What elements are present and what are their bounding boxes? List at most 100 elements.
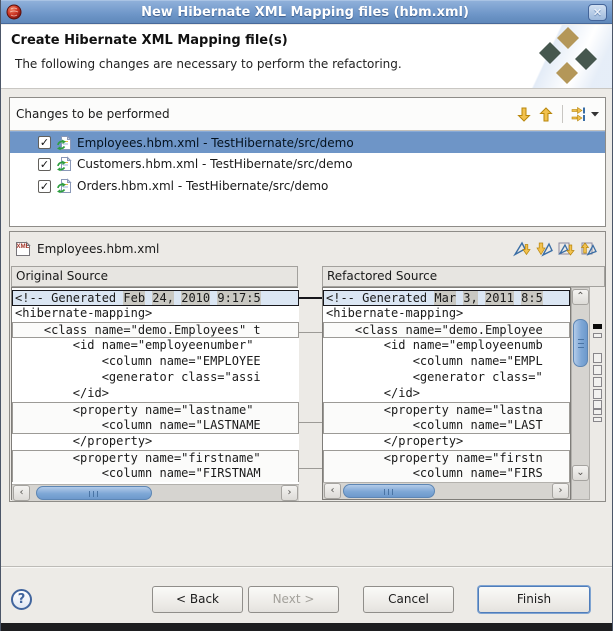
finish-button[interactable]: Finish	[478, 586, 590, 613]
code-line: </id>	[12, 386, 299, 402]
scroll-right-icon[interactable]: ›	[281, 485, 298, 501]
refactored-source-panel[interactable]: <!-- Generated Mar 3, 2011 8:5<hibernate…	[322, 287, 605, 500]
code-line: <column name="LASTNAME	[12, 418, 299, 434]
scroll-left-icon[interactable]: ‹	[324, 483, 341, 499]
refactored-hscrollbar[interactable]: ‹ ›	[323, 482, 570, 499]
vscroll-thumb[interactable]	[573, 319, 588, 367]
title-bar[interactable]: New Hibernate XML Mapping files (hbm.xml…	[1, 0, 612, 24]
original-hscrollbar[interactable]: ‹ ›	[12, 484, 299, 501]
hibernate-logo-icon	[530, 27, 602, 87]
dialog-window: New Hibernate XML Mapping files (hbm.xml…	[0, 0, 613, 631]
overview-diff-marker[interactable]	[593, 324, 602, 329]
code-line: </property>	[12, 434, 299, 450]
compare-panel: XML Employees.hbm.xml	[9, 231, 606, 502]
hbm-file-icon	[56, 135, 72, 151]
next-change-icon[interactable]	[555, 239, 577, 259]
scroll-right-icon[interactable]: ›	[552, 483, 569, 499]
changes-panel: Changes to be performed	[9, 97, 606, 227]
back-button[interactable]: < Back	[152, 586, 243, 613]
code-line: <generator class="	[323, 370, 570, 386]
change-checkbox[interactable]: ✓	[38, 180, 51, 193]
toolbar-separator	[562, 105, 563, 123]
code-line: <column name="EMPLOYEE	[12, 354, 299, 370]
overview-ruler[interactable]	[590, 287, 605, 500]
refactored-source-code[interactable]: <!-- Generated Mar 3, 2011 8:5<hibernate…	[323, 288, 570, 484]
overview-diff-marker[interactable]	[593, 400, 602, 409]
diff-connector-strip	[299, 287, 322, 500]
refactored-vscrollbar[interactable]: ⌃ ⌄	[571, 287, 590, 500]
code-line: </property>	[323, 434, 570, 450]
changes-list[interactable]: ✓ Employees.hbm.xml - TestHibernate/src/d…	[10, 131, 605, 226]
chevron-down-icon[interactable]	[591, 111, 599, 117]
next-difference-icon[interactable]	[511, 239, 533, 259]
cancel-button[interactable]: Cancel	[363, 586, 454, 613]
overview-diff-marker[interactable]	[593, 377, 602, 387]
change-checkbox[interactable]: ✓	[38, 136, 51, 149]
close-button[interactable]: ✕	[588, 4, 607, 21]
scroll-left-icon[interactable]: ‹	[13, 485, 30, 501]
scroll-down-icon[interactable]: ⌄	[572, 465, 589, 481]
hscroll-thumb[interactable]	[36, 486, 152, 500]
change-checkbox[interactable]: ✓	[38, 158, 51, 171]
code-line: </id>	[323, 386, 570, 402]
window-title: New Hibernate XML Mapping files (hbm.xml…	[22, 5, 588, 20]
code-line: <column name="EMPL	[323, 354, 570, 370]
diff-connector	[298, 297, 323, 299]
previous-change-icon[interactable]	[577, 239, 599, 259]
overview-diff-marker[interactable]	[593, 333, 602, 338]
button-separator	[1, 566, 612, 568]
original-source-code[interactable]: <!-- Generated Feb 24, 2010 9:17:5<hiber…	[12, 288, 299, 484]
hbm-file-icon	[56, 178, 72, 194]
overview-diff-marker[interactable]	[593, 353, 602, 363]
change-item-label: Employees.hbm.xml - TestHibernate/src/de…	[77, 136, 354, 150]
diff-connector	[298, 468, 323, 469]
xml-file-icon: XML	[15, 241, 31, 257]
change-item-label: Orders.hbm.xml - TestHibernate/src/demo	[77, 179, 328, 193]
diff-connector	[298, 422, 323, 423]
window-bottom-edge	[0, 623, 613, 631]
compare-header: XML Employees.hbm.xml	[10, 232, 605, 265]
scroll-up-icon[interactable]: ⌃	[572, 289, 589, 305]
code-line: <column name="LAST	[323, 418, 570, 434]
window-icon	[6, 4, 22, 20]
code-line: <property name="lastna	[323, 402, 570, 418]
code-line: <column name="FIRS	[323, 466, 570, 482]
code-line: <!-- Generated Mar 3, 2011 8:5	[323, 290, 570, 306]
wizard-header: Create Hibernate XML Mapping file(s) The…	[1, 25, 612, 89]
move-down-icon[interactable]	[513, 104, 535, 124]
hscroll-thumb[interactable]	[343, 484, 435, 498]
code-line: <property name="lastname"	[12, 402, 299, 418]
code-line: <id name="employeenumber"	[12, 338, 299, 354]
overview-diff-marker[interactable]	[593, 417, 602, 422]
previous-difference-icon[interactable]	[533, 239, 555, 259]
overview-diff-marker[interactable]	[593, 389, 602, 399]
changes-label: Changes to be performed	[16, 107, 513, 121]
compare-file-label: Employees.hbm.xml	[37, 242, 511, 256]
next-button: Next >	[248, 586, 339, 613]
code-line: <property name="firstname"	[12, 450, 299, 466]
diff-connector	[298, 332, 323, 333]
filter-changes-icon[interactable]	[568, 104, 590, 124]
original-source-header: Original Source	[11, 266, 298, 287]
move-up-icon[interactable]	[535, 104, 557, 124]
help-button[interactable]: ?	[11, 589, 32, 610]
code-line: <hibernate-mapping>	[323, 306, 570, 322]
change-list-item[interactable]: ✓ Orders.hbm.xml - TestHibernate/src/demo	[10, 175, 605, 197]
overview-diff-marker[interactable]	[593, 365, 602, 375]
code-line: <generator class="assi	[12, 370, 299, 386]
button-bar: ? < Back Next > Cancel Finish	[1, 576, 612, 622]
code-line: <column name="FIRSTNAM	[12, 466, 299, 482]
code-line: <hibernate-mapping>	[12, 306, 299, 322]
svg-text:XML: XML	[16, 243, 29, 250]
change-list-item[interactable]: ✓ Employees.hbm.xml - TestHibernate/src/d…	[10, 131, 605, 153]
change-list-item[interactable]: ✓ Customers.hbm.xml - TestHibernate/src/d…	[10, 153, 605, 175]
hbm-file-icon	[56, 156, 72, 172]
overview-diff-marker[interactable]	[593, 409, 602, 415]
refactored-source-header: Refactored Source	[322, 266, 605, 287]
changes-header: Changes to be performed	[10, 98, 605, 131]
code-line: <class name="demo.Employees" t	[12, 322, 299, 338]
code-line: <id name="employeenumb	[323, 338, 570, 354]
code-line: <property name="firstn	[323, 450, 570, 466]
original-source-panel[interactable]: <!-- Generated Feb 24, 2010 9:17:5<hiber…	[11, 287, 298, 500]
change-item-label: Customers.hbm.xml - TestHibernate/src/de…	[77, 157, 353, 171]
